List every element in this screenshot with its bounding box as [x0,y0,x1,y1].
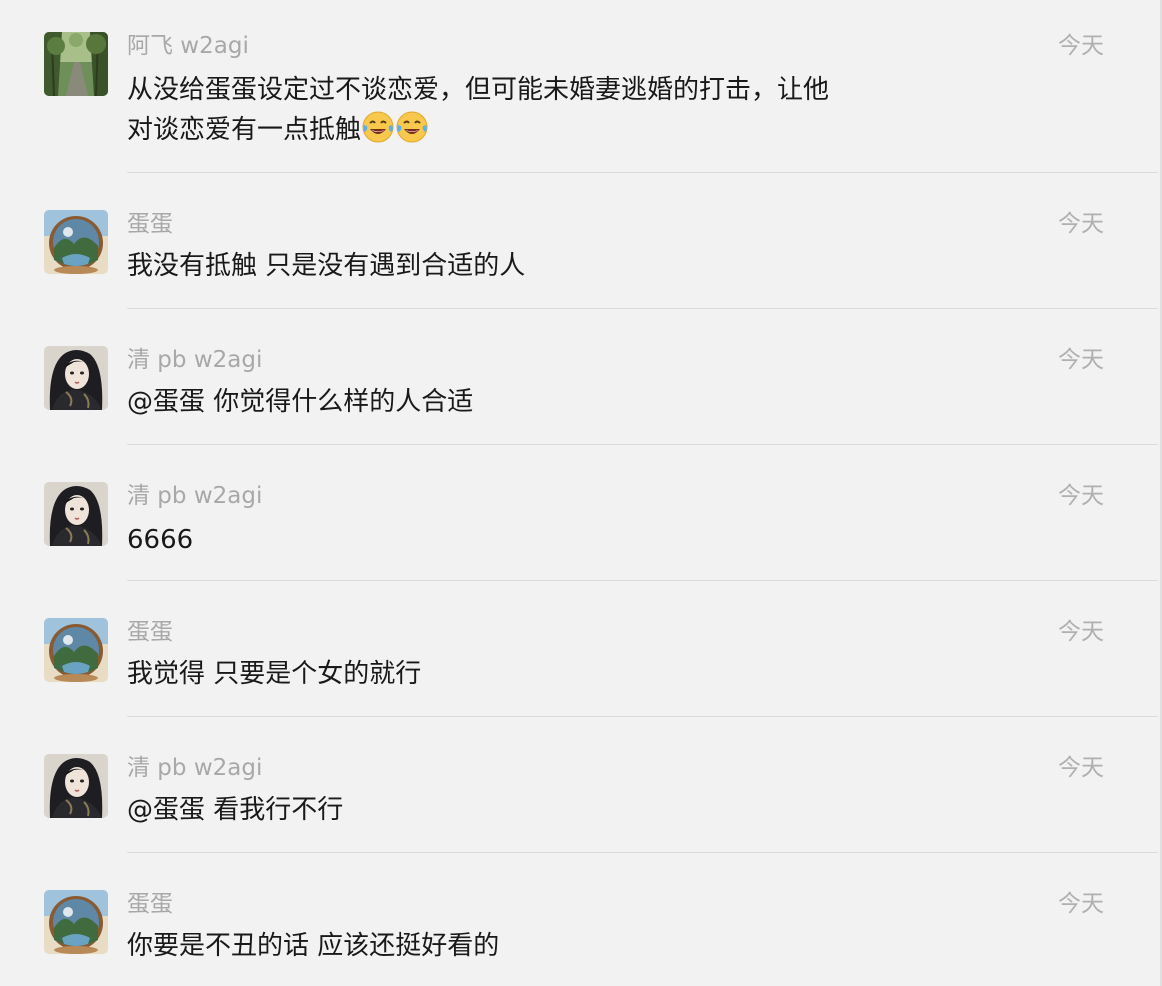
message-sender[interactable]: 蛋蛋 [127,210,173,238]
message-text: @蛋蛋 看我行不行 [127,795,344,825]
message-sender[interactable]: 蛋蛋 [127,890,173,918]
message-divider [127,308,1158,309]
message-time: 今天 [1058,347,1104,373]
avatar[interactable] [44,346,108,410]
egg-landscape-avatar-image [44,210,108,274]
message-divider [127,172,1158,173]
message-text-content: 从没给蛋蛋设定过不谈恋爱，但可能未婚妻逃婚的打击，让他 对谈恋爱有一点抵触 [127,75,830,145]
message-text: 你要是不丑的话 应该还挺好看的 [127,931,500,961]
avatar[interactable] [44,754,108,818]
forest-path-avatar-image [44,32,108,96]
message-sender[interactable]: 清 pb w2agi [127,482,262,510]
avatar[interactable] [44,890,108,954]
message-text: 从没给蛋蛋设定过不谈恋爱，但可能未婚妻逃婚的打击，让他 对谈恋爱有一点抵触 [127,70,927,150]
message-divider [127,580,1158,581]
egg-landscape-avatar-image [44,618,108,682]
message-text: @蛋蛋 你觉得什么样的人合适 [127,387,474,417]
face-with-tears-of-joy-icon [361,110,395,144]
message-divider [127,716,1158,717]
message-time: 今天 [1058,891,1104,917]
message-sender[interactable]: 阿飞 w2agi [127,32,249,60]
chat-message-list[interactable]: 阿飞 w2agi 今天 从没给蛋蛋设定过不谈恋爱，但可能未婚妻逃婚的打击，让他 … [0,0,1162,986]
avatar[interactable] [44,482,108,546]
message-divider [127,444,1158,445]
avatar[interactable] [44,618,108,682]
face-with-tears-of-joy-icon [395,110,429,144]
message-divider [127,852,1158,853]
message-sender[interactable]: 清 pb w2agi [127,346,262,374]
avatar[interactable] [44,32,108,96]
message-time: 今天 [1058,755,1104,781]
message-time: 今天 [1058,483,1104,509]
message-sender[interactable]: 蛋蛋 [127,618,173,646]
message-sender[interactable]: 清 pb w2agi [127,754,262,782]
dark-hair-portrait-avatar-image [44,482,108,546]
message-text: 6666 [127,525,194,555]
egg-landscape-avatar-image [44,890,108,954]
message-time: 今天 [1058,211,1104,237]
avatar[interactable] [44,210,108,274]
dark-hair-portrait-avatar-image [44,346,108,410]
message-time: 今天 [1058,33,1104,59]
message-text: 我觉得 只要是个女的就行 [127,659,422,689]
message-time: 今天 [1058,619,1104,645]
message-text: 我没有抵触 只是没有遇到合适的人 [127,251,526,281]
dark-hair-portrait-avatar-image [44,754,108,818]
